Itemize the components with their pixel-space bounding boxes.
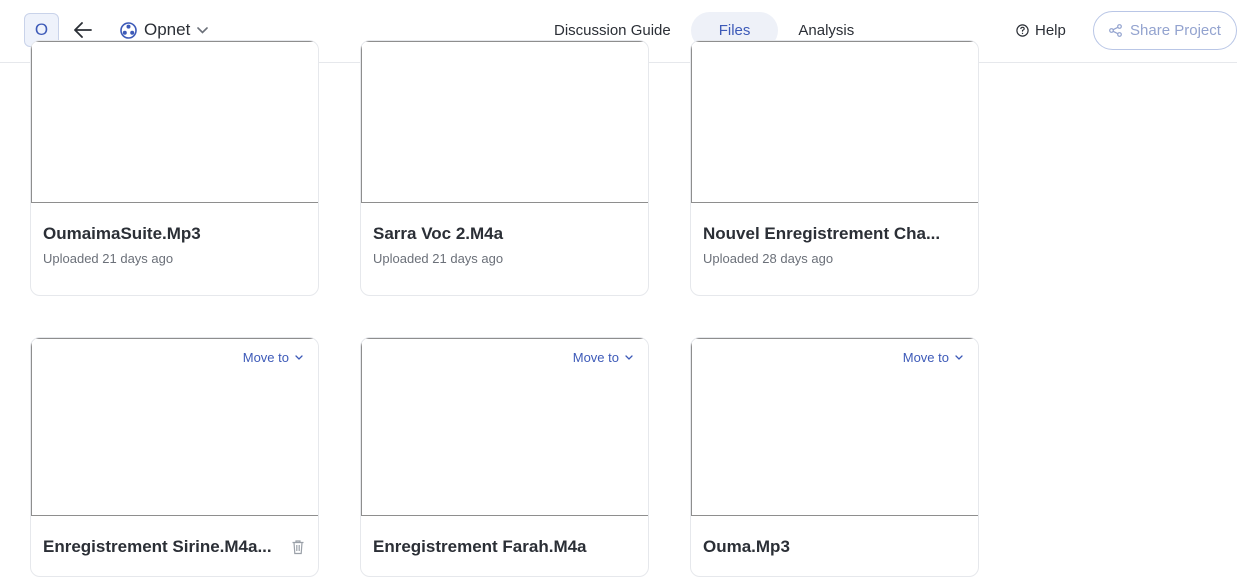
file-name: OumaimaSuite.Mp3 xyxy=(43,224,201,243)
file-uploaded-time: Uploaded 21 days ago xyxy=(373,251,504,266)
file-card[interactable]: Move to Enregistrement Farah.M4a xyxy=(360,337,649,577)
file-card[interactable]: OumaimaSuite.Mp3 Uploaded 21 days ago xyxy=(30,40,319,296)
file-name: Ouma.Mp3 xyxy=(703,537,790,556)
chevron-down-icon xyxy=(197,26,209,34)
move-to-dropdown[interactable]: Move to xyxy=(903,350,963,365)
file-name: Enregistrement Sirine.M4a... xyxy=(43,537,272,556)
share-project-label: Share Project xyxy=(1130,22,1221,39)
move-to-label: Move to xyxy=(572,350,619,365)
share-icon xyxy=(1109,24,1122,37)
file-thumbnail xyxy=(31,41,318,203)
trash-icon[interactable] xyxy=(291,539,305,555)
file-uploaded-time: Uploaded 28 days ago xyxy=(703,251,834,266)
file-name: Sarra Voc 2.M4a xyxy=(373,224,504,243)
help-label: Help xyxy=(1035,21,1066,39)
move-to-dropdown[interactable]: Move to xyxy=(243,350,303,365)
move-to-dropdown[interactable]: Move to xyxy=(573,350,633,365)
arrow-left-icon xyxy=(74,22,92,38)
file-name: Enregistrement Farah.M4a xyxy=(373,537,587,556)
chevron-down-icon xyxy=(625,355,633,360)
share-project-button[interactable]: Share Project xyxy=(1093,11,1237,50)
file-card[interactable]: Move to Ouma.Mp3 xyxy=(690,337,979,577)
chevron-down-icon xyxy=(295,355,303,360)
back-button[interactable] xyxy=(72,19,94,41)
file-name: Nouvel Enregistrement Cha... xyxy=(703,224,941,243)
help-circle-icon xyxy=(1016,23,1029,37)
project-name: Opnet xyxy=(144,20,191,39)
project-selector[interactable]: Opnet xyxy=(120,18,209,42)
project-icon xyxy=(120,21,137,39)
file-card[interactable]: Move to Enregistrement Sirine.M4a... xyxy=(30,337,319,577)
move-to-label: Move to xyxy=(242,350,289,365)
file-thumbnail xyxy=(361,41,648,203)
file-thumbnail xyxy=(691,41,978,203)
chevron-down-icon xyxy=(955,355,963,360)
move-to-label: Move to xyxy=(902,350,949,365)
file-card[interactable]: Nouvel Enregistrement Cha... Uploaded 28… xyxy=(690,40,979,296)
workspace-logo-letter: O xyxy=(34,20,49,39)
file-uploaded-time: Uploaded 21 days ago xyxy=(43,251,174,266)
help-button[interactable]: Help xyxy=(1016,20,1066,40)
file-card[interactable]: Sarra Voc 2.M4a Uploaded 21 days ago xyxy=(360,40,649,296)
